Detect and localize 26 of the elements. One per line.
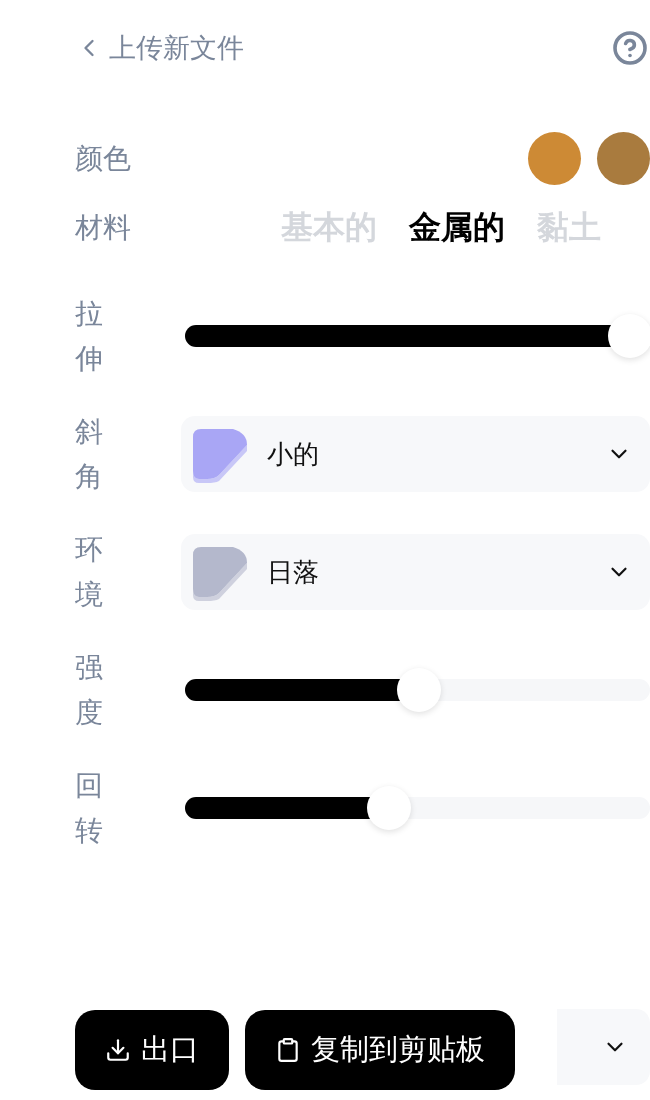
field-label: 斜角 xyxy=(75,414,103,495)
slider[interactable] xyxy=(185,314,650,358)
dropdown[interactable]: 小的 xyxy=(181,416,650,492)
field-label: 拉伸 xyxy=(75,296,103,377)
color-swatch[interactable] xyxy=(528,132,581,185)
clipboard-icon xyxy=(275,1037,301,1063)
field-label: 材料 xyxy=(75,210,131,246)
dropdown-value: 日落 xyxy=(267,555,319,589)
export-button[interactable]: 出口 xyxy=(75,1010,229,1090)
slider[interactable] xyxy=(185,668,650,712)
slider-thumb[interactable] xyxy=(396,668,441,712)
slider-thumb[interactable] xyxy=(366,786,411,830)
dropdown-value: 小的 xyxy=(267,437,319,471)
slider[interactable] xyxy=(185,786,650,830)
dropdown[interactable]: 日落 xyxy=(181,534,650,610)
field-label: 强度 xyxy=(75,650,103,731)
color-swatch[interactable] xyxy=(597,132,650,185)
field-label: 回转 xyxy=(75,768,103,849)
help-icon[interactable] xyxy=(612,30,648,66)
material-tab[interactable]: 金属的 xyxy=(409,206,505,250)
slider-thumb[interactable] xyxy=(608,314,650,358)
field-label: 颜色 xyxy=(75,140,131,177)
download-icon xyxy=(105,1037,131,1063)
field-label: 环境 xyxy=(75,532,103,613)
copy-button[interactable]: 复制到剪贴板 xyxy=(245,1010,515,1090)
back-link[interactable]: 上传新文件 xyxy=(75,30,244,66)
